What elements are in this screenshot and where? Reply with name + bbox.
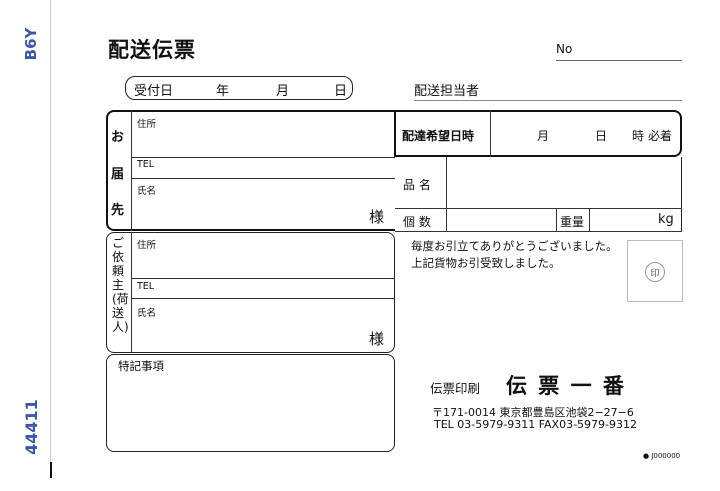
requester-name-field[interactable]: [135, 314, 365, 350]
divider: [395, 208, 682, 209]
recipient-label-saki: 先: [111, 203, 125, 218]
special-notes-label: 特記事項: [118, 359, 164, 373]
delivery-day-label: 日: [595, 129, 608, 143]
delivery-hour-label: 時: [632, 129, 645, 143]
recipient-label-todoke: 届: [111, 167, 125, 182]
divider: [131, 298, 395, 299]
binding-mark: [50, 462, 52, 478]
delivery-datetime-label: 配達希望日時: [402, 129, 475, 143]
divider: [490, 110, 491, 157]
item-weight-field[interactable]: [592, 211, 654, 229]
number-field[interactable]: [556, 60, 682, 61]
received-date-field[interactable]: 受付日 年 月 日: [125, 76, 353, 100]
form-size-code: B6Y: [22, 27, 40, 61]
requester-tel-label: TEL: [137, 281, 155, 292]
divider: [131, 232, 132, 353]
divider: [681, 157, 682, 231]
page-title: 配送伝票: [108, 38, 196, 62]
acceptance-message: 上記貨物お引受致しました。: [411, 256, 561, 270]
recipient-label-o: お: [111, 130, 125, 145]
binding-line: [50, 0, 51, 478]
company-phone: TEL 03-5979-9311 FAX03-5979-9312: [434, 418, 638, 431]
divider: [131, 278, 395, 279]
requester-label: ご依頼主(荷送人): [112, 236, 129, 334]
recipient-tel-field[interactable]: [160, 159, 392, 177]
item-name-field[interactable]: [450, 160, 678, 206]
requester-tel-field[interactable]: [160, 281, 392, 296]
recipient-name-field[interactable]: [135, 192, 365, 228]
month-label: 月: [276, 84, 290, 99]
form-product-number: 44411: [21, 399, 41, 455]
company-name: 伝 票 一 番: [506, 374, 626, 398]
divider: [446, 157, 447, 231]
requester-address-field[interactable]: [135, 246, 391, 276]
company-prefix: 伝票印刷: [430, 381, 481, 396]
item-weight-label: 重量: [560, 215, 585, 229]
staff-field[interactable]: [414, 100, 682, 101]
recipient-address-field[interactable]: [135, 124, 391, 157]
divider: [131, 178, 395, 179]
form-code: ● J000000: [643, 452, 681, 460]
delivery-month-label: 月: [537, 129, 550, 143]
divider: [395, 231, 682, 232]
year-label: 年: [216, 84, 230, 99]
seal-stamp: 印: [645, 262, 665, 282]
received-date-label: 受付日: [134, 84, 174, 99]
recipient-divider: [131, 110, 132, 231]
divider: [556, 208, 557, 231]
divider: [131, 157, 395, 158]
requester-honorific: 様: [369, 330, 385, 348]
weight-unit-label: kg: [658, 212, 674, 227]
thank-you-message: 毎度お引立てありがとうございました。: [411, 239, 618, 253]
day-label: 日: [334, 84, 348, 99]
delivery-must-label: 必着: [648, 129, 673, 143]
divider: [589, 208, 590, 231]
item-count-field[interactable]: [450, 211, 554, 229]
number-label: No: [556, 42, 573, 56]
item-count-label: 個 数: [403, 215, 431, 229]
recipient-honorific: 様: [369, 208, 385, 226]
staff-label: 配送担当者: [414, 84, 480, 99]
recipient-tel-label: TEL: [137, 159, 155, 170]
item-name-label: 品 名: [403, 178, 431, 192]
